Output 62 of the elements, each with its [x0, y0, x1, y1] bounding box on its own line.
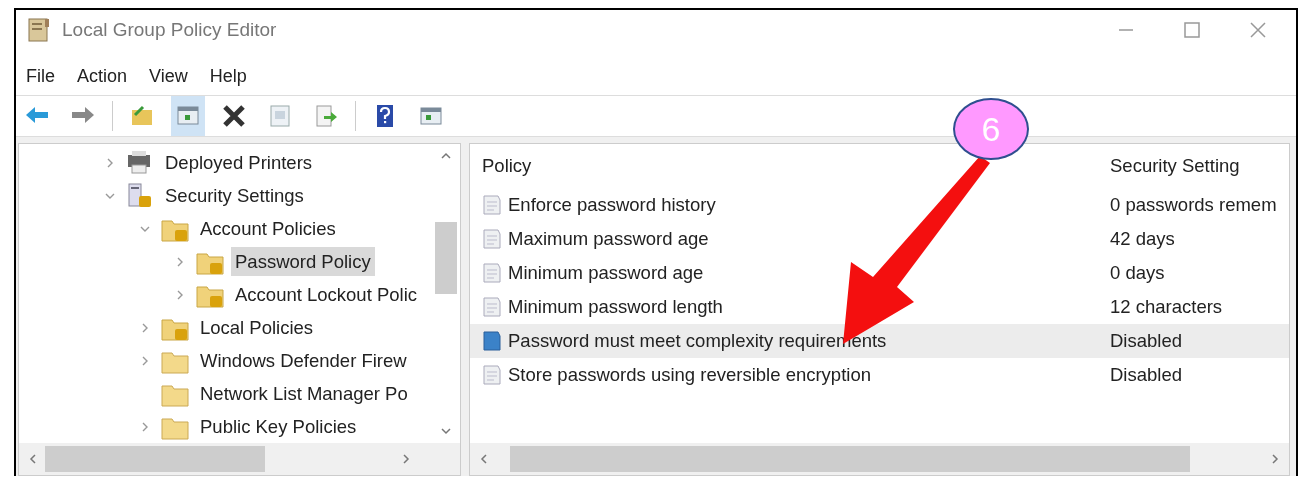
- scroll-thumb[interactable]: [510, 446, 1190, 472]
- expand-chevron-icon[interactable]: [175, 290, 185, 301]
- table-cell: 0 days: [1110, 262, 1165, 284]
- menu-item[interactable]: View: [149, 63, 188, 91]
- tree-item[interactable]: Deployed Printers: [161, 147, 317, 178]
- tree-item[interactable]: Network List Manager Po: [196, 378, 412, 409]
- scroll-thumb[interactable]: [435, 222, 457, 294]
- export-icon: [313, 103, 339, 129]
- policy-icon: [482, 296, 502, 318]
- expand-chevron-icon[interactable]: [140, 323, 150, 334]
- table-cell: Disabled: [1110, 364, 1182, 386]
- close-icon[interactable]: [1250, 22, 1266, 39]
- tree-item[interactable]: Local Policies: [196, 312, 318, 343]
- table-row[interactable]: Maximum password age 42 days: [470, 222, 1289, 256]
- menu-item[interactable]: Action: [77, 63, 128, 91]
- tree-item[interactable]: Security Settings: [161, 180, 308, 211]
- table-cell: 42 days: [1110, 228, 1175, 250]
- policy-icon: [482, 262, 502, 284]
- table-cell: 12 characters: [1110, 296, 1223, 318]
- maximize-icon[interactable]: [1184, 22, 1200, 39]
- table-row[interactable]: Enforce password history 0 passwords remem: [470, 188, 1289, 222]
- expand-chevron-icon[interactable]: [105, 158, 115, 169]
- policy-icon: [482, 330, 502, 352]
- properties-icon: [267, 103, 293, 129]
- policy-icon: [482, 364, 502, 386]
- delete-icon: [221, 103, 247, 129]
- app-icon: [26, 17, 52, 44]
- table-row[interactable]: Minimum password length 12 characters: [470, 290, 1289, 324]
- tree-item[interactable]: Password Policy: [231, 246, 375, 277]
- scroll-down-icon[interactable]: [440, 425, 452, 437]
- tree-item[interactable]: Account Policies: [196, 213, 340, 244]
- table-cell-text: Enforce password history: [508, 193, 716, 218]
- scroll-thumb[interactable]: [45, 446, 265, 472]
- table-row[interactable]: Minimum password age 0 days: [470, 256, 1289, 290]
- horizontal-scrollbar[interactable]: [19, 443, 460, 475]
- scroll-right-icon[interactable]: [400, 453, 412, 465]
- window-title: Local Group Policy Editor: [62, 18, 277, 43]
- table-cell-text: Store passwords using reversible encryption: [508, 363, 871, 388]
- table-cell: Disabled: [1110, 330, 1182, 352]
- menu-item[interactable]: File: [26, 63, 55, 91]
- scroll-right-icon[interactable]: [1269, 453, 1281, 465]
- horizontal-scrollbar[interactable]: [470, 443, 1289, 475]
- table-cell-text: Minimum password length: [508, 295, 723, 320]
- table-cell-text: Password must meet complexity requirements: [508, 329, 887, 354]
- policy-icon: [482, 194, 502, 216]
- expand-chevron-icon[interactable]: [175, 257, 185, 268]
- table-cell: 0 passwords remem: [1110, 194, 1277, 216]
- expand-chevron-icon[interactable]: [140, 422, 150, 433]
- scroll-left-icon[interactable]: [27, 453, 39, 465]
- table-cell-text: Minimum password age: [508, 261, 704, 286]
- table-row[interactable]: Password must meet complexity requirements Disabled: [470, 324, 1289, 358]
- tree-item[interactable]: Windows Defender Firew: [196, 345, 411, 376]
- expand-chevron-icon[interactable]: [140, 356, 150, 367]
- column-header[interactable]: Policy: [482, 155, 532, 177]
- scroll-left-icon[interactable]: [478, 453, 490, 465]
- tree-item[interactable]: Account Lockout Polic: [231, 279, 422, 310]
- table-row[interactable]: Store passwords using reversible encryption Disabled: [470, 358, 1289, 392]
- column-header[interactable]: Security Setting: [1110, 155, 1240, 177]
- policy-icon: [482, 228, 502, 250]
- tree-item[interactable]: Public Key Policies: [196, 411, 361, 442]
- menu-item[interactable]: Help: [209, 63, 247, 91]
- table-cell-text: Maximum password age: [508, 227, 709, 252]
